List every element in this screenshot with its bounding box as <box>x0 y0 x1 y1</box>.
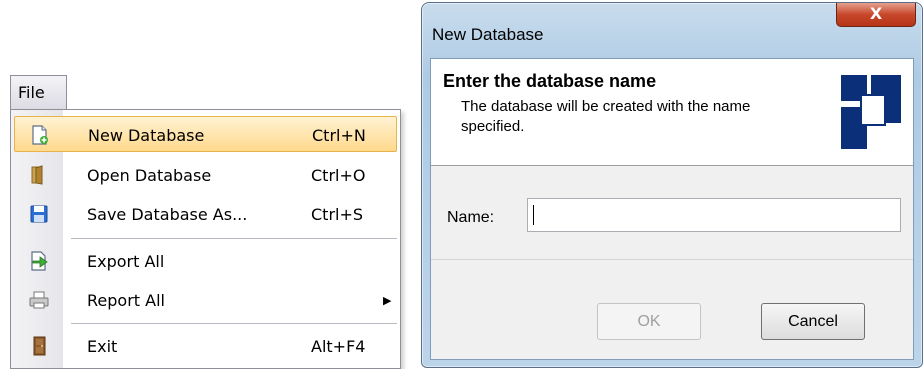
dialog-description: The database will be created with the na… <box>461 98 751 135</box>
menu-item-open-database[interactable]: Open Database Ctrl+O <box>14 157 397 193</box>
menu-item-shortcut: Alt+F4 <box>311 337 366 356</box>
close-button[interactable]: X <box>836 3 916 27</box>
file-menu-title[interactable]: File <box>10 75 67 110</box>
menu-item-label: New Database <box>88 126 205 145</box>
menu-separator <box>71 238 397 239</box>
menu-item-save-database-as[interactable]: Save Database As... Ctrl+S <box>14 196 397 232</box>
submenu-arrow-icon: ▶ <box>383 294 392 307</box>
file-menu-label: File <box>18 83 45 102</box>
menu-item-shortcut: Ctrl+S <box>311 205 364 224</box>
menu-item-exit[interactable]: Exit Alt+F4 <box>14 328 397 364</box>
menu-item-label: Export All <box>87 252 165 271</box>
new-database-dialog: New Database X Enter the database name T… <box>421 2 923 368</box>
dialog-heading: Enter the database name <box>443 71 657 91</box>
menu-item-export-all[interactable]: Export All <box>14 243 397 279</box>
printer-icon <box>29 291 49 309</box>
menu-item-label: Open Database <box>87 166 212 185</box>
save-disk-icon <box>30 205 48 223</box>
menu-item-new-database[interactable]: New Database Ctrl+N <box>14 116 397 152</box>
export-arrow-icon <box>31 251 48 271</box>
database-logo-icon <box>841 75 901 149</box>
menu-item-report-all[interactable]: Report All ▶ <box>14 282 397 318</box>
dialog-header: Enter the database name The database wil… <box>431 59 913 166</box>
text-caret <box>533 205 534 225</box>
name-label: Name: <box>447 209 495 226</box>
database-name-input[interactable] <box>527 198 901 232</box>
dialog-client-area: Enter the database name The database wil… <box>430 58 914 360</box>
button-area-divider <box>431 259 913 260</box>
cancel-button[interactable]: Cancel <box>761 303 865 340</box>
ok-button[interactable]: OK <box>597 303 701 340</box>
open-folder-icon <box>31 165 43 185</box>
exit-door-icon <box>33 336 46 356</box>
menu-item-shortcut: Ctrl+O <box>311 166 366 185</box>
new-database-icon <box>32 125 48 145</box>
menu-separator <box>71 323 397 324</box>
menu-item-shortcut: Ctrl+N <box>312 126 366 145</box>
file-menu-dropdown: New Database Ctrl+N Open Database Ctrl+O… <box>10 109 401 369</box>
dialog-title: New Database <box>432 25 544 44</box>
menu-item-label: Save Database As... <box>87 205 248 224</box>
menu-item-label: Exit <box>87 337 118 356</box>
menu-item-label: Report All <box>87 291 165 310</box>
